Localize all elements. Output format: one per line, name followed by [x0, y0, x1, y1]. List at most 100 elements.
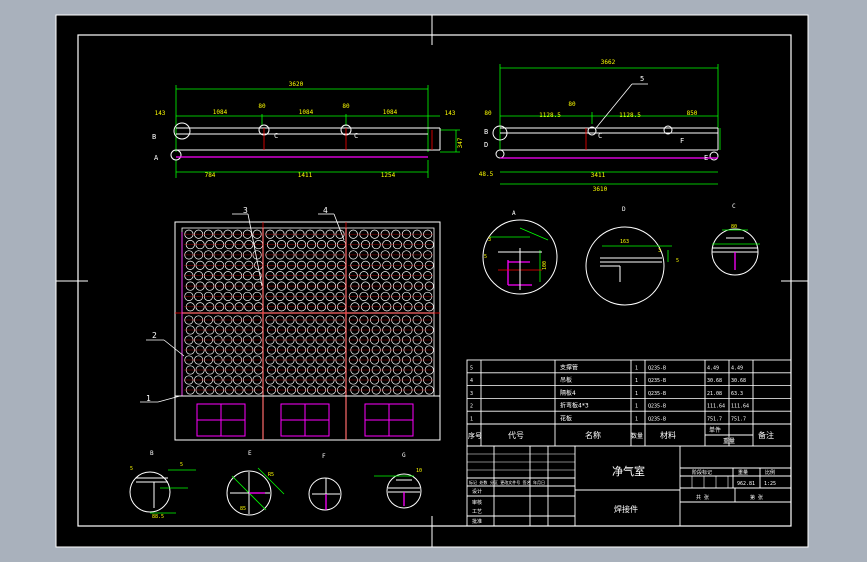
bom-cell-total-weight: 63.3	[731, 391, 743, 397]
tl-end-dim-right: 143	[445, 110, 456, 117]
tr-overall-dim: 3662	[601, 59, 616, 66]
detail-g-dim-1: 10	[416, 468, 422, 474]
plan-label-2: 2	[152, 331, 157, 340]
bom-cell-single-weight: 21.08	[707, 391, 722, 397]
tr-label-f: F	[680, 137, 684, 145]
bom-header-mat: 材料	[660, 430, 676, 440]
bom-header-no: 序号	[468, 431, 482, 440]
tr-label-c: C	[598, 132, 602, 140]
tl-seg-dim-1: 1084	[213, 109, 228, 116]
tb-row-design: 设计	[472, 488, 482, 495]
bom-header-qty: 数量	[631, 432, 643, 440]
detail-d-dim-2: 3	[658, 248, 661, 254]
tb-weight-value: 962.81	[737, 481, 755, 487]
bom-cell-single-weight: 751.7	[707, 417, 722, 423]
plan-label-4: 4	[323, 206, 328, 215]
tl-seg-dim-2: 1084	[299, 109, 314, 116]
tl-seg-dim-3: 1084	[383, 109, 398, 116]
detail-g-label: G	[402, 452, 406, 459]
detail-e-dim-2: 85	[240, 506, 246, 512]
tr-label-d: D	[484, 141, 488, 149]
tb-scale-value: 1:25	[764, 481, 776, 487]
detail-e-label: E	[248, 450, 252, 457]
detail-c-dim-1: 80	[731, 224, 737, 230]
detail-a-dim-1: 100	[542, 261, 548, 270]
bom-cell-material: Q235-B	[648, 391, 666, 397]
bom-cell-no: 5	[470, 365, 473, 371]
drawing-sheet	[56, 15, 808, 547]
bom-cell-name: 隔板4	[560, 389, 576, 397]
tr-right-dim: 850	[687, 110, 698, 117]
bom-cell-material: Q235-B	[648, 404, 666, 410]
tl-label-c2: C	[354, 132, 358, 140]
tl-label-c1: C	[274, 132, 278, 140]
bom-cell-total-weight: 111.64	[731, 404, 749, 410]
bom-cell-name: 折弯板4*3	[560, 402, 589, 410]
tl-end-dim-left: 143	[155, 110, 166, 117]
bom-cell-qty: 1	[635, 378, 638, 384]
detail-e-dim-1: R5	[268, 472, 274, 478]
bom-header-name: 名称	[585, 430, 601, 440]
tl-overall-dim: 3620	[289, 81, 304, 88]
bom-cell-qty: 1	[635, 365, 638, 371]
bom-header-total: 重量	[723, 437, 735, 445]
plan-label-3: 3	[243, 206, 248, 215]
detail-f-label: F	[322, 453, 326, 460]
tl-label-b: B	[152, 133, 156, 141]
bom-cell-qty: 1	[635, 404, 638, 410]
bom-cell-material: Q235-B	[648, 365, 666, 371]
bom-cell-no: 1	[470, 417, 473, 423]
bom-cell-no: 2	[470, 404, 473, 410]
detail-a-label: A	[512, 210, 516, 217]
tr-gap-dim: 80	[568, 101, 576, 108]
bom-cell-single-weight: 4.49	[707, 365, 719, 371]
bom-cell-material: Q235-B	[648, 378, 666, 384]
bom-header-note: 备注	[758, 430, 774, 440]
bom-cell-name: 花板	[560, 415, 572, 423]
bom-cell-single-weight: 30.68	[707, 378, 722, 384]
tb-weight-header: 重量	[738, 469, 748, 476]
detail-b-dim-3: 88.5	[152, 514, 164, 520]
detail-b-dim-1: 5	[180, 462, 183, 468]
tl-gap-dim-2: 80	[342, 103, 350, 110]
detail-d-dim-1: 163	[620, 239, 629, 245]
tb-sheet-number: 第 张	[750, 494, 763, 501]
detail-a-dim-3: 5	[484, 254, 487, 260]
detail-c-label: C	[732, 203, 736, 210]
bom-cell-single-weight: 111.64	[707, 404, 725, 410]
bom-cell-no: 3	[470, 391, 473, 397]
tb-stage-header: 阶段标记	[692, 469, 712, 476]
bom-cell-total-weight: 751.7	[731, 417, 746, 423]
bom-cell-name: 支撑管	[560, 363, 578, 371]
cad-drawing-canvas: 3620 143 1084 80 1084 80 1084 143 784 14…	[55, 14, 809, 548]
tb-row-change: 标记 处数 分区 更改文件号 签名 年月日	[469, 479, 545, 485]
plan-label-1: 1	[146, 394, 151, 403]
tr-label-e: E	[704, 154, 708, 162]
bom-cell-total-weight: 4.49	[731, 365, 743, 371]
tb-sheet-total: 共 张	[696, 494, 709, 501]
tb-row-process: 工艺	[472, 509, 482, 515]
bom-cell-name: 吊板	[560, 376, 572, 384]
tr-end-dim: 48.5	[479, 171, 494, 178]
detail-d-label: D	[622, 206, 626, 213]
tb-row-review: 审核	[472, 499, 482, 506]
tl-gap-dim-1: 80	[258, 103, 266, 110]
tb-scale-header: 比例	[765, 469, 775, 476]
tr-seg-dim-2: 1128.5	[619, 112, 641, 119]
tr-label-5: 5	[640, 75, 644, 83]
bom-header-code: 代号	[508, 430, 524, 440]
tl-lower-dim-3: 1254	[381, 172, 396, 179]
tl-lower-dim-1: 784	[205, 172, 216, 179]
bom-cell-qty: 1	[635, 391, 638, 397]
bom-header-single: 单件	[709, 426, 721, 434]
tl-height-dim: 347	[457, 137, 464, 148]
detail-a-dim-2: 3	[488, 237, 491, 243]
detail-b-dim-2: 5	[130, 466, 133, 472]
tr-lower-dim: 3411	[591, 172, 606, 179]
detail-b-label: B	[150, 450, 154, 457]
tr-left-dim: 80	[484, 110, 492, 117]
tr-bottom-dim: 3610	[593, 186, 608, 193]
drawing-title: 净气室	[612, 464, 645, 478]
tr-seg-dim-1: 1128.5	[539, 112, 561, 119]
tr-label-b: B	[484, 128, 488, 136]
